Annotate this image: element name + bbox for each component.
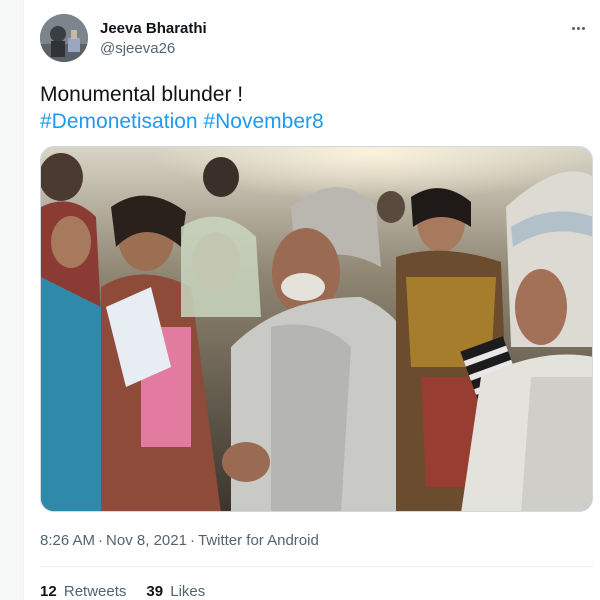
avatar[interactable] [40, 14, 88, 62]
retweets-count: 12 [40, 583, 57, 600]
tweet-card: Jeeva Bharathi @sjeeva26 Monumental blun… [24, 0, 600, 600]
left-panel-edge [0, 0, 24, 600]
author-handle[interactable]: @sjeeva26 [100, 40, 175, 57]
likes-label: Likes [170, 583, 206, 600]
hashtag-november8[interactable]: #November8 [203, 110, 323, 133]
tweet-source[interactable]: Twitter for Android [198, 532, 319, 549]
likes-stat[interactable]: 39 Likes [146, 583, 205, 600]
author-name[interactable]: Jeeva Bharathi [100, 20, 207, 37]
tweet-stats: 12 Retweets 39 Likes [40, 583, 205, 600]
tweet-photo[interactable] [40, 146, 593, 512]
hashtag-demonetisation[interactable]: #Demonetisation [40, 110, 198, 133]
tweet-time[interactable]: 8:26 AM [40, 532, 95, 549]
hashtags: #Demonetisation #November8 [40, 108, 580, 135]
tweet-body: Monumental blunder ! [40, 83, 244, 106]
retweets-stat[interactable]: 12 Retweets [40, 583, 126, 600]
likes-count: 39 [146, 583, 164, 600]
meta-separator: · [98, 532, 104, 549]
divider [40, 566, 594, 567]
tweet-date[interactable]: Nov 8, 2021 [106, 532, 187, 549]
retweets-label: Retweets [63, 583, 127, 600]
meta-separator-2: · [189, 532, 195, 549]
tweet-text: Monumental blunder ! #Demonetisation #No… [40, 81, 580, 135]
more-options-icon[interactable] [566, 18, 590, 38]
tweet-meta: 8:26 AM · Nov 8, 2021 · Twitter for Android [40, 532, 319, 549]
